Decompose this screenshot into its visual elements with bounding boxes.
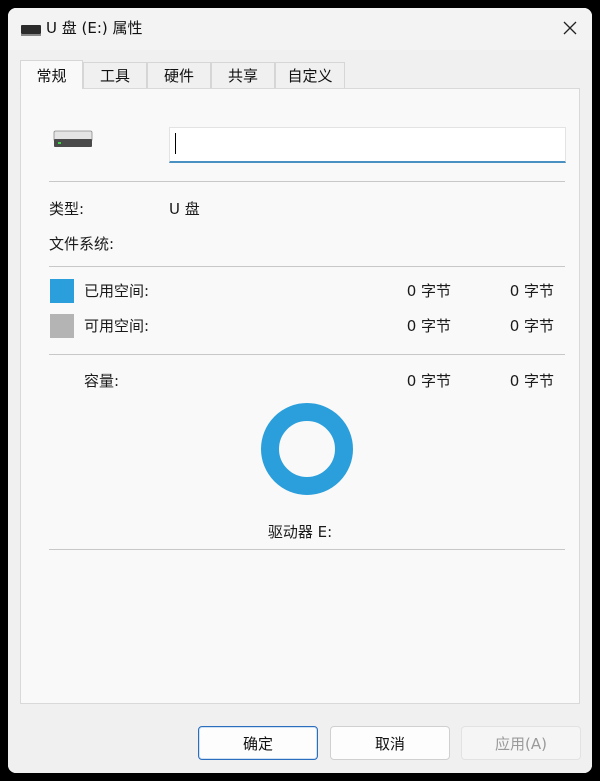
drive-letter-label: 驱动器 E:: [267, 523, 333, 541]
used-space-label: 已用空间:: [84, 282, 150, 300]
tab-customize[interactable]: 自定义: [275, 62, 345, 88]
capacity-size: 0 字节: [509, 372, 554, 390]
divider: [49, 181, 565, 182]
divider: [49, 266, 565, 267]
used-space-swatch: [50, 279, 74, 303]
drive-icon: [53, 130, 93, 147]
divider: [49, 354, 565, 355]
properties-window: U 盘 (E:) 属性 常规 工具 硬件 共享 自定义 类型: U 盘 文件系统…: [8, 8, 592, 773]
close-button[interactable]: [550, 10, 590, 46]
tab-general[interactable]: 常规: [20, 60, 83, 89]
divider: [49, 549, 565, 550]
free-space-swatch: [50, 314, 74, 338]
window-title: U 盘 (E:) 属性: [46, 19, 143, 37]
type-value: U 盘: [169, 200, 200, 218]
capacity-bytes: 0 字节: [406, 372, 451, 390]
disk-usage-ring: [261, 403, 353, 495]
close-icon: [563, 21, 577, 35]
apply-button[interactable]: 应用(A): [461, 726, 581, 760]
free-space-bytes: 0 字节: [406, 317, 451, 335]
tab-tools[interactable]: 工具: [83, 62, 147, 88]
ok-button[interactable]: 确定: [198, 726, 318, 760]
volume-label-input[interactable]: [169, 127, 566, 163]
general-tab-panel: 类型: U 盘 文件系统: 已用空间: 0 字节 0 字节 可用空间: 0 字节…: [20, 88, 580, 704]
used-space-bytes: 0 字节: [406, 282, 451, 300]
type-label: 类型:: [49, 200, 85, 218]
tab-sharing[interactable]: 共享: [211, 62, 275, 88]
text-caret: [175, 133, 176, 154]
title-bar[interactable]: U 盘 (E:) 属性: [8, 8, 592, 50]
filesystem-label: 文件系统:: [49, 235, 115, 253]
free-space-size: 0 字节: [509, 317, 554, 335]
capacity-label: 容量:: [84, 372, 120, 390]
free-space-label: 可用空间:: [84, 317, 150, 335]
tab-hardware[interactable]: 硬件: [147, 62, 211, 88]
usb-drive-icon: [21, 25, 41, 36]
cancel-button[interactable]: 取消: [330, 726, 450, 760]
used-space-size: 0 字节: [509, 282, 554, 300]
